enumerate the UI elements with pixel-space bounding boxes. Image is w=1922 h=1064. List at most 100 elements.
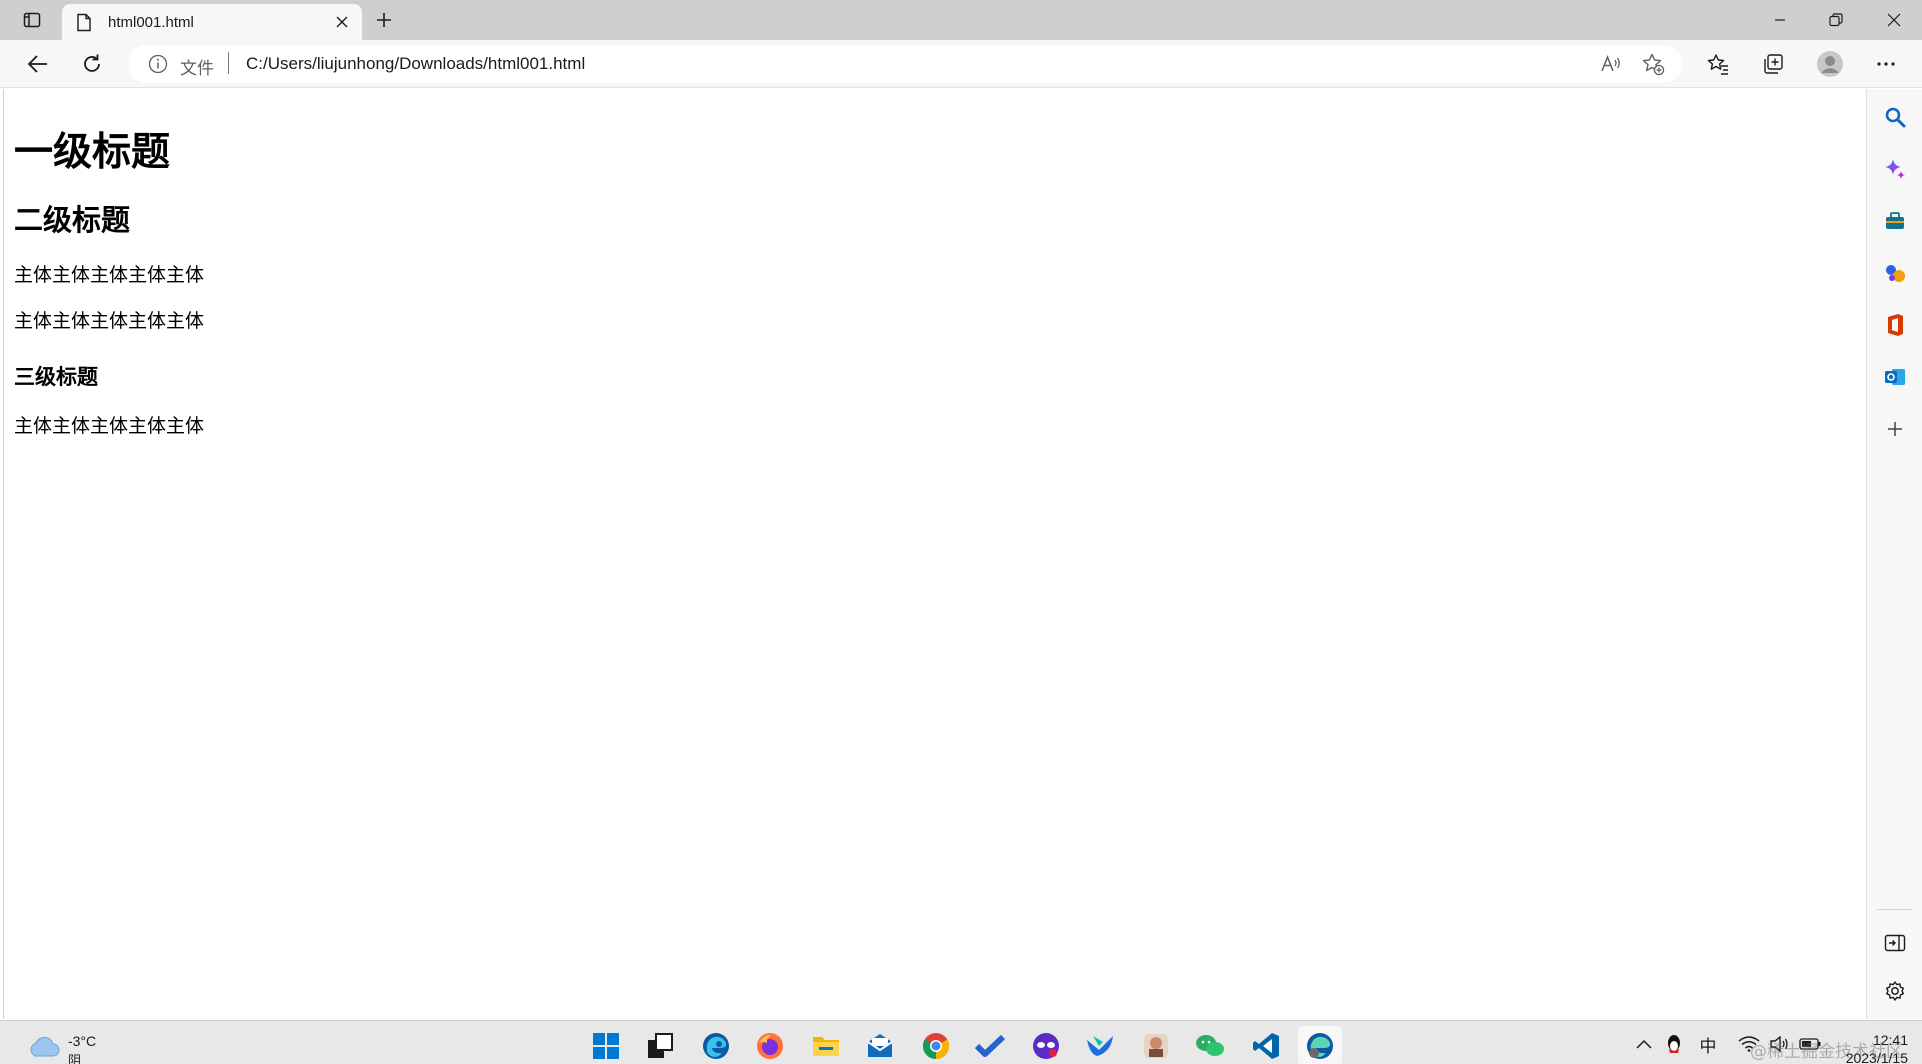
back-button[interactable] <box>20 46 56 82</box>
taskbar-feishu[interactable] <box>1078 1026 1122 1064</box>
sidebar-office-button[interactable] <box>1879 309 1911 341</box>
chevron-up-icon <box>1636 1039 1652 1049</box>
mail-icon <box>867 1033 893 1057</box>
sidebar-tools-button[interactable] <box>1879 205 1911 237</box>
tab-actions-menu-button[interactable] <box>12 6 52 34</box>
edge-icon <box>703 1032 729 1059</box>
add-favorite-icon[interactable] <box>1640 52 1666 76</box>
address-url[interactable]: C:/Users/liujunhong/Downloads/html001.ht… <box>246 54 585 74</box>
collections-icon <box>1764 54 1783 74</box>
heading-level-3: 三级标题 <box>14 365 98 389</box>
chrome-icon <box>922 1032 950 1059</box>
toolbox-icon <box>1886 212 1904 229</box>
edge-sidebar <box>1866 89 1922 1019</box>
minimize-button[interactable] <box>1752 0 1808 40</box>
tray-overflow-button[interactable] <box>1634 1033 1654 1055</box>
sidebar-add-button[interactable] <box>1879 413 1911 445</box>
tab-close-button[interactable] <box>330 10 354 34</box>
page-icon <box>76 13 92 37</box>
weather-condition: 阴 <box>68 1054 82 1064</box>
office-icon <box>1888 314 1903 336</box>
sidebar-games-button[interactable] <box>1879 257 1911 289</box>
hide-sidebar-icon <box>1884 934 1906 952</box>
sidebar-copilot-button[interactable] <box>1879 153 1911 185</box>
browser-tab-active[interactable]: html001.html <box>62 4 362 40</box>
gear-icon <box>1886 981 1904 1001</box>
tray-ime[interactable]: 中 <box>1696 1033 1720 1056</box>
taskbar-todo[interactable] <box>968 1026 1012 1064</box>
favorites-icon <box>1707 54 1728 75</box>
firefox-icon <box>757 1032 783 1059</box>
taskbar-chrome[interactable] <box>914 1026 958 1064</box>
address-bar[interactable]: 文件 C:/Users/liujunhong/Downloads/html001… <box>128 45 1682 83</box>
info-icon[interactable] <box>148 54 168 74</box>
body-paragraph-3: 主体主体主体主体主体 <box>14 415 205 437</box>
settings-and-more-button[interactable] <box>1868 46 1904 82</box>
cloud-icon <box>30 1036 60 1057</box>
photo-icon <box>1144 1033 1168 1058</box>
sidebar-settings-button[interactable] <box>1879 975 1911 1007</box>
sidebar-divider <box>1877 909 1913 910</box>
taskbar-clock[interactable]: 12:41 2023/1/15 <box>1838 1031 1908 1064</box>
weather-widget[interactable]: -3°C 阴 <box>26 1029 116 1064</box>
taskbar-vscode[interactable] <box>1244 1026 1288 1064</box>
taskbar-photo-app[interactable] <box>1134 1026 1178 1064</box>
sidebar-search-button[interactable] <box>1879 101 1911 133</box>
profile-button[interactable] <box>1812 46 1848 82</box>
sidebar-outlook-button[interactable] <box>1879 361 1911 393</box>
windows-logo-icon <box>593 1032 619 1059</box>
tab-title: html001.html <box>108 14 194 31</box>
taskbar-task-view[interactable] <box>638 1026 682 1064</box>
tab-actions-icon <box>23 12 41 28</box>
taskbar-file-explorer[interactable] <box>804 1026 848 1064</box>
body-paragraph-2: 主体主体主体主体主体 <box>14 310 205 332</box>
search-icon <box>1885 107 1906 128</box>
outlook-icon <box>1885 369 1905 385</box>
refresh-button[interactable] <box>74 46 110 82</box>
tray-qq[interactable] <box>1662 1033 1686 1055</box>
address-separator <box>228 52 229 74</box>
close-icon <box>1887 13 1901 27</box>
new-tab-button[interactable] <box>368 6 400 34</box>
taskbar-edge[interactable] <box>694 1026 738 1064</box>
browser-toolbar: 文件 C:/Users/liujunhong/Downloads/html001… <box>0 40 1922 88</box>
taskbar-edge-dev[interactable] <box>1298 1026 1342 1064</box>
close-window-button[interactable] <box>1866 0 1922 40</box>
read-aloud-icon[interactable] <box>1598 52 1624 76</box>
restore-button[interactable] <box>1808 0 1864 40</box>
close-icon <box>336 16 348 28</box>
avatar-icon <box>1817 51 1843 77</box>
sparkle-icon <box>1885 159 1905 179</box>
title-bar: html001.html <box>0 0 1922 40</box>
edge-dev-icon <box>1307 1032 1333 1059</box>
task-view-icon <box>648 1032 673 1058</box>
games-icon <box>1886 265 1905 282</box>
taskbar-mail[interactable] <box>858 1026 902 1064</box>
more-horizontal-icon <box>1877 62 1895 66</box>
weather-temperature: -3°C <box>68 1033 97 1049</box>
plus-icon <box>1888 422 1902 436</box>
plus-icon <box>377 13 391 27</box>
taskbar-start-button[interactable] <box>584 1026 628 1064</box>
heading-level-2: 二级标题 <box>14 203 131 237</box>
minimize-icon <box>1775 19 1785 21</box>
clock-date: 2023/1/15 <box>1845 1050 1908 1064</box>
address-scheme-label: 文件 <box>180 59 214 79</box>
collections-button[interactable] <box>1755 46 1791 82</box>
arrow-left-icon <box>28 55 47 73</box>
favorites-button[interactable] <box>1700 46 1736 82</box>
hide-sidebar-button[interactable] <box>1879 927 1911 959</box>
body-paragraph-1: 主体主体主体主体主体 <box>14 264 205 286</box>
taskbar-wechat[interactable] <box>1188 1026 1232 1064</box>
mask-icon <box>1033 1032 1059 1059</box>
bird-icon <box>1087 1035 1113 1056</box>
heading-level-1: 一级标题 <box>14 130 171 175</box>
taskbar-firefox[interactable] <box>748 1026 792 1064</box>
clock-time: 12:41 <box>1872 1032 1908 1048</box>
checkmark-icon <box>974 1034 1006 1057</box>
restore-icon <box>1829 13 1843 27</box>
wechat-icon <box>1196 1034 1224 1056</box>
vscode-icon <box>1253 1032 1279 1059</box>
windows-taskbar: -3°C 阴 中 @稀土掘金技术社区 12:41 2023/1/15 <box>0 1020 1922 1064</box>
taskbar-game-app[interactable] <box>1024 1026 1068 1064</box>
